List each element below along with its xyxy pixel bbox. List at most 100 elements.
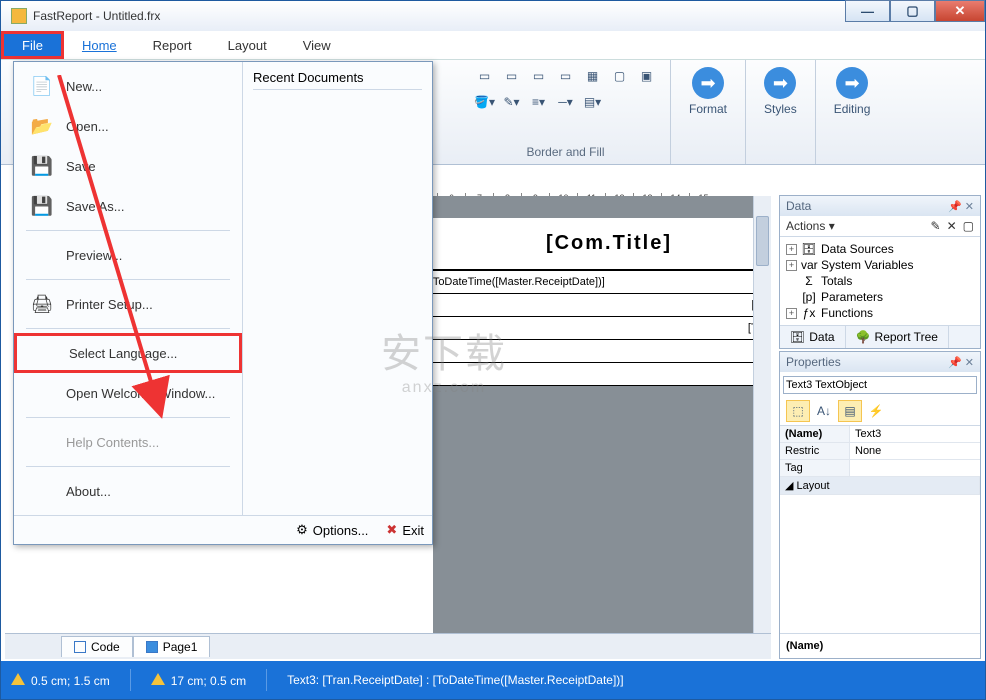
tree-item[interactable]: [p]Parameters bbox=[784, 289, 976, 305]
help-icon bbox=[28, 428, 56, 456]
vertical-scrollbar[interactable] bbox=[753, 196, 771, 633]
maximize-button[interactable]: ▢ bbox=[890, 0, 935, 22]
status-pos2: 17 cm; 0.5 cm bbox=[151, 673, 246, 688]
format-icon: ➡ bbox=[692, 67, 724, 99]
tab-page1[interactable]: Page1 bbox=[133, 636, 211, 657]
menu-file[interactable]: File bbox=[1, 31, 64, 59]
fill-color-icon[interactable]: 🪣▾ bbox=[473, 91, 497, 113]
properties-panel: Properties📌 ✕ ⬚ A↓ ▤ ⚡ (Name)Text3Restri… bbox=[779, 351, 981, 659]
property-description: (Name) bbox=[780, 633, 980, 658]
border-top-icon[interactable]: ▭ bbox=[473, 65, 497, 87]
file-exit[interactable]: ✖Exit bbox=[386, 522, 424, 538]
recent-header: Recent Documents bbox=[253, 66, 422, 90]
menu-home[interactable]: Home bbox=[64, 31, 135, 59]
property-row[interactable]: (Name)Text3 bbox=[780, 426, 980, 443]
tab-data[interactable]: 🗄Data bbox=[780, 326, 846, 348]
tab-code[interactable]: Code bbox=[61, 636, 133, 657]
field-row[interactable]: Reason][Tran.Reas[Master. bbox=[433, 317, 771, 340]
actions-dropdown[interactable]: Actions ▾ bbox=[786, 219, 835, 233]
menu-view[interactable]: View bbox=[285, 31, 349, 59]
file-welcome[interactable]: Open Welcome Window... bbox=[14, 373, 242, 413]
recent-documents: Recent Documents bbox=[242, 62, 432, 515]
border-all-icon[interactable]: ▦ bbox=[581, 65, 605, 87]
report-page[interactable]: [Com.Title] NO.[Master. .ReceiptDate]: [… bbox=[433, 218, 771, 386]
ribbon-group-styles: ➡Styles bbox=[746, 60, 816, 164]
properties-icon[interactable]: ▤ bbox=[838, 400, 862, 422]
close-button[interactable]: ✕ bbox=[935, 0, 985, 22]
file-new[interactable]: 📄New... bbox=[14, 66, 242, 106]
styles-button[interactable]: ➡Styles bbox=[754, 63, 807, 120]
menu-layout[interactable]: Layout bbox=[210, 31, 285, 59]
design-canvas[interactable]: [Com.Title] NO.[Master. .ReceiptDate]: [… bbox=[433, 196, 771, 633]
file-save[interactable]: 💾Save bbox=[14, 146, 242, 186]
refresh-icon[interactable]: ▢ bbox=[963, 219, 974, 233]
title-band[interactable]: [Com.Title] NO.[Master. bbox=[433, 218, 771, 271]
property-row[interactable]: RestricNone bbox=[780, 443, 980, 460]
options-icon: ⚙ bbox=[296, 522, 308, 538]
property-row[interactable]: Tag bbox=[780, 460, 980, 477]
titlebar: FastReport - Untitled.frx — ▢ ✕ bbox=[1, 1, 985, 31]
border-right-icon[interactable]: ▭ bbox=[554, 65, 578, 87]
file-saveas[interactable]: 💾Save As... bbox=[14, 186, 242, 226]
file-open[interactable]: 📂Open... bbox=[14, 106, 242, 146]
field-row[interactable]: Remark][Tran.Stat[Master. bbox=[433, 340, 771, 363]
editing-button[interactable]: ➡Editing bbox=[824, 63, 881, 120]
pin-icon[interactable]: 📌 ✕ bbox=[948, 356, 974, 369]
welcome-icon bbox=[28, 379, 56, 407]
file-preview[interactable]: Preview... bbox=[14, 235, 242, 275]
file-help[interactable]: Help Contents... bbox=[14, 422, 242, 462]
tree-item[interactable]: ΣTotals bbox=[784, 273, 976, 289]
file-about[interactable]: About... bbox=[14, 471, 242, 511]
format-button[interactable]: ➡Format bbox=[679, 63, 737, 120]
border-left-icon[interactable]: ▭ bbox=[527, 65, 551, 87]
exit-icon: ✖ bbox=[386, 522, 397, 538]
scrollbar-thumb[interactable] bbox=[756, 216, 769, 266]
styles-icon: ➡ bbox=[764, 67, 796, 99]
tab-report-tree[interactable]: 🌳Report Tree bbox=[846, 326, 949, 348]
saveas-icon: 💾 bbox=[28, 192, 56, 220]
file-printer-setup[interactable]: 🖨Printer Setup... bbox=[14, 284, 242, 324]
delete-icon[interactable]: ✕ bbox=[947, 219, 957, 233]
pin-icon[interactable]: 📌 ✕ bbox=[948, 200, 974, 213]
file-select-language[interactable]: Select Language... bbox=[14, 333, 242, 373]
object-selector[interactable] bbox=[783, 376, 977, 394]
tree-item[interactable]: +ƒxFunctions bbox=[784, 305, 976, 321]
properties-toolbar: ⬚ A↓ ▤ ⚡ bbox=[780, 397, 980, 426]
ribbon-label-border: Border and Fill bbox=[526, 145, 604, 161]
properties-header: Properties📌 ✕ bbox=[780, 352, 980, 372]
file-options[interactable]: ⚙Options... bbox=[296, 522, 368, 538]
line-style-icon[interactable]: ─▾ bbox=[554, 91, 578, 113]
field-row[interactable]: Payer][Tran.Payt[Master. bbox=[433, 294, 771, 317]
tree-item[interactable]: +🗄Data Sources bbox=[784, 241, 976, 257]
alphabetical-icon[interactable]: A↓ bbox=[812, 400, 836, 422]
app-icon bbox=[11, 8, 27, 24]
property-grid[interactable]: (Name)Text3RestricNoneTag bbox=[780, 426, 980, 477]
edit-icon[interactable]: ✎ bbox=[931, 219, 941, 233]
field-row[interactable]: r.TotalBig][Tr[Master.T bbox=[433, 363, 771, 386]
warn-icon bbox=[11, 673, 25, 685]
status-selection: Text3: [Tran.ReceiptDate] : [ToDateTime(… bbox=[287, 673, 624, 687]
categorized-icon[interactable]: ⬚ bbox=[786, 400, 810, 422]
data-tree[interactable]: +🗄Data Sources+varSystem VariablesΣTotal… bbox=[780, 237, 980, 325]
window-buttons: — ▢ ✕ bbox=[845, 0, 985, 22]
receipt-date-row[interactable]: .ReceiptDate]: [ToDateTime([Master.Recei… bbox=[433, 271, 771, 294]
border-none-icon[interactable]: ▢ bbox=[608, 65, 632, 87]
layout-category[interactable]: ◢ Layout bbox=[780, 477, 980, 495]
events-icon[interactable]: ⚡ bbox=[864, 400, 888, 422]
line-width-icon[interactable]: ≡▾ bbox=[527, 91, 551, 113]
line-color-icon[interactable]: ✎▾ bbox=[500, 91, 524, 113]
new-icon: 📄 bbox=[28, 72, 56, 100]
border-outer-icon[interactable]: ▣ bbox=[635, 65, 659, 87]
tree-tab-icon: 🌳 bbox=[856, 330, 871, 344]
cell-style-icon[interactable]: ▤▾ bbox=[581, 91, 605, 113]
page-icon bbox=[146, 641, 158, 653]
about-icon bbox=[28, 477, 56, 505]
ribbon-group-format: ➡Format bbox=[671, 60, 746, 164]
menu-report[interactable]: Report bbox=[135, 31, 210, 59]
tree-item[interactable]: +varSystem Variables bbox=[784, 257, 976, 273]
page-tabs: Code Page1 bbox=[5, 633, 771, 659]
data-actions-toolbar: Actions ▾ ✎ ✕ ▢ bbox=[780, 216, 980, 237]
border-bottom-icon[interactable]: ▭ bbox=[500, 65, 524, 87]
ribbon-group-border: ▭ ▭ ▭ ▭ ▦ ▢ ▣ 🪣▾ ✎▾ ≡▾ ─▾ ▤▾ Border and … bbox=[461, 60, 671, 164]
minimize-button[interactable]: — bbox=[845, 0, 890, 22]
